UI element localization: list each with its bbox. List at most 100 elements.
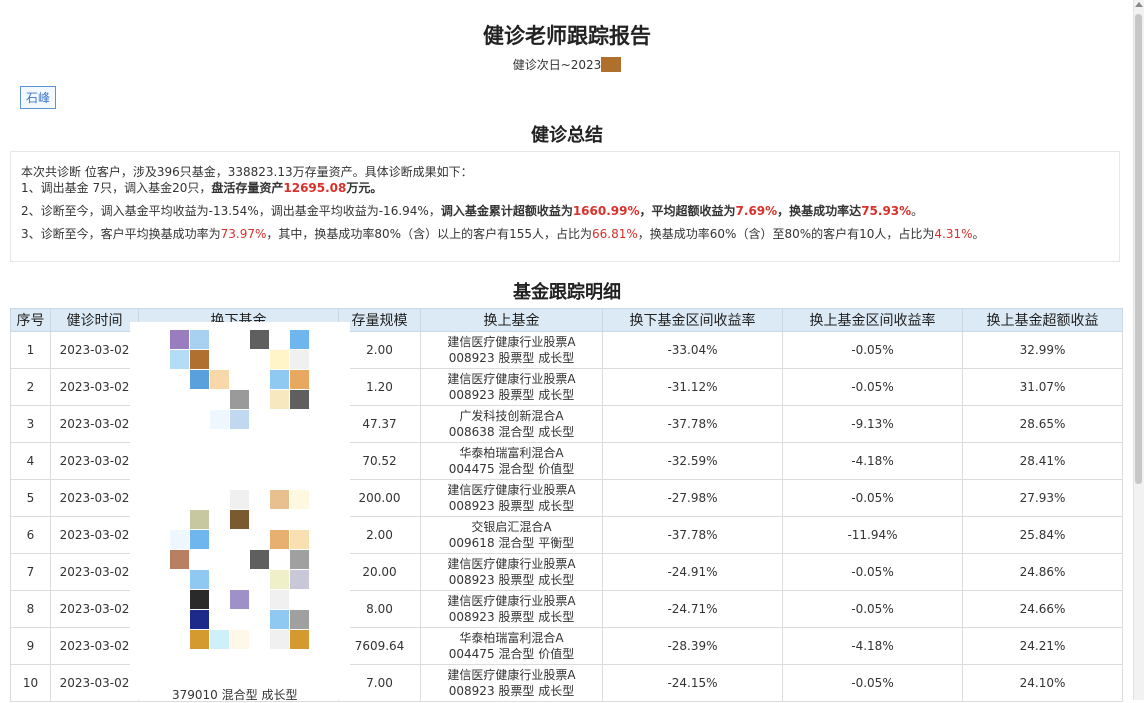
cell-excess: 24.66% (962, 590, 1123, 628)
col-header-no[interactable]: 序号 (10, 308, 51, 332)
fund-in-name: 建信医疗健康行业股票A (447, 483, 576, 497)
mosaic-tile (290, 550, 309, 569)
cell-no: 9 (10, 627, 51, 665)
fund-in-code-type: 008923 股票型 成长型 (448, 684, 575, 698)
cell-in-return: -0.05% (782, 479, 963, 517)
mosaic-tile (290, 630, 309, 649)
cell-date: 2023-03-02 (50, 405, 139, 443)
cell-in-return: -4.18% (782, 627, 963, 665)
cell-out-return: -32.59% (602, 442, 783, 480)
cell-scale: 1.20 (338, 368, 421, 406)
summary-item-3-value2: 66.81% (592, 227, 638, 241)
cell-out-return: -37.78% (602, 405, 783, 443)
cell-scale: 8.00 (338, 590, 421, 628)
cell-no: 10 (10, 664, 51, 702)
summary-item-1-label: 盘活存量资产 (211, 181, 284, 195)
col-header-in-return[interactable]: 换上基金区间收益率 (782, 308, 963, 332)
mosaic-tile (190, 370, 209, 389)
vertical-scrollbar[interactable] (1133, 0, 1144, 700)
mosaic-tile (230, 490, 249, 509)
mosaic-tile (270, 530, 289, 549)
mosaic-tile (230, 410, 249, 429)
detail-section-title: 基金跟踪明细 (513, 282, 621, 303)
summary-item-3-text3: ，换基成功率60%（含）至80%的客户有10人，占比为 (637, 227, 935, 241)
cell-date: 2023-03-02 (50, 664, 139, 702)
mosaic-tile (290, 370, 309, 389)
mosaic-tile (190, 510, 209, 529)
summary-item-1: 1、调出基金 7只，调入基金20只，盘活存量资产12695.08万元。 (21, 180, 1109, 196)
page-title: 健诊老师跟踪报告 (483, 24, 651, 48)
cell-no: 6 (10, 516, 51, 554)
summary-item-3-value: 73.97% (220, 227, 267, 241)
mosaic-tile (290, 350, 309, 369)
col-header-excess[interactable]: 换上基金超额收益 (962, 308, 1123, 332)
summary-item-2-value3: 75.93% (861, 204, 912, 218)
cell-scale: 20.00 (338, 553, 421, 591)
cell-date: 2023-03-02 (50, 331, 139, 369)
summary-item-2-value: 1660.99% (572, 204, 640, 218)
cell-excess: 24.86% (962, 553, 1123, 591)
cell-scale: 200.00 (338, 479, 421, 517)
summary-item-2-value2: 7.69% (735, 204, 778, 218)
mosaic-tile (230, 590, 249, 609)
cell-excess: 24.10% (962, 664, 1123, 702)
scrollbar-thumb[interactable] (1135, 14, 1142, 484)
mosaic-tile (270, 570, 289, 589)
cell-no: 4 (10, 442, 51, 480)
cell-in-return: -0.05% (782, 664, 963, 702)
mosaic-tile (210, 370, 229, 389)
mosaic-tile (270, 610, 289, 629)
cell-date: 2023-03-02 (50, 590, 139, 628)
cell-fund-in: 建信医疗健康行业股票A 008923 股票型 成长型 (420, 331, 603, 369)
mosaic-tile (170, 530, 189, 549)
summary-item-3: 3、诊断至今，客户平均换基成功率为73.97%，其中，换基成功率80%（含）以上… (21, 226, 1109, 242)
cell-excess: 28.41% (962, 442, 1123, 480)
cell-fund-in: 华泰柏瑞富利混合A 004475 混合型 价值型 (420, 627, 603, 665)
cell-fund-in: 交银启汇混合A 009618 混合型 平衡型 (420, 516, 603, 554)
fund-in-name: 广发科技创新混合A (459, 409, 564, 423)
cell-scale: 7.00 (338, 664, 421, 702)
summary-item-1-value: 12695.08 (283, 181, 347, 195)
fund-in-name: 建信医疗健康行业股票A (447, 372, 576, 386)
report-date-range: 健诊次日~2023 (0, 56, 1134, 73)
mosaic-tile (230, 510, 249, 529)
mosaic-tile (190, 570, 209, 589)
fund-in-code-type: 008923 股票型 成长型 (448, 573, 575, 587)
fund-in-code-type: 008923 股票型 成长型 (448, 499, 575, 513)
cell-out-return: -37.78% (602, 516, 783, 554)
col-header-date[interactable]: 健诊时间 (50, 308, 139, 332)
cell-scale: 70.52 (338, 442, 421, 480)
fund-in-name: 建信医疗健康行业股票A (447, 668, 576, 682)
cell-fund-in: 建信医疗健康行业股票A 008923 股票型 成长型 (420, 590, 603, 628)
fund-in-code-type: 004475 混合型 价值型 (448, 647, 575, 661)
mosaic-tile (190, 590, 209, 609)
mosaic-tile (290, 570, 309, 589)
cell-date: 2023-03-02 (50, 442, 139, 480)
cell-in-return: -0.05% (782, 590, 963, 628)
teacher-name-tag[interactable]: 石峰 (20, 86, 57, 109)
summary-item-2-text: 2、诊断至今，调入基金平均收益为-13.54%，调出基金平均收益为-16.94%… (21, 204, 441, 218)
cell-no: 7 (10, 553, 51, 591)
cell-in-return: -0.05% (782, 553, 963, 591)
col-header-scale[interactable]: 存量规模 (338, 308, 421, 332)
scroll-up-icon[interactable] (1135, 2, 1143, 7)
cell-excess: 31.07% (962, 368, 1123, 406)
cell-in-return: -4.18% (782, 442, 963, 480)
mosaic-tile (170, 550, 189, 569)
mosaic-tile (270, 350, 289, 369)
summary-item-3-text2: ，其中，换基成功率80%（含）以上的客户有155人，占比为 (266, 227, 592, 241)
mosaic-tile (230, 390, 249, 409)
fund-in-code-type: 008638 混合型 成长型 (448, 425, 575, 439)
cell-out-return: -31.12% (602, 368, 783, 406)
col-header-out-return[interactable]: 换下基金区间收益率 (602, 308, 783, 332)
cell-out-return: -24.91% (602, 553, 783, 591)
mosaic-tile (210, 630, 229, 649)
col-header-fund-in[interactable]: 换上基金 (420, 308, 603, 332)
mosaic-tile (190, 530, 209, 549)
mosaic-tile (290, 330, 309, 349)
cell-scale: 7609.64 (338, 627, 421, 665)
cell-out-return: -24.71% (602, 590, 783, 628)
mosaic-tile (290, 490, 309, 509)
mosaic-tile (290, 610, 309, 629)
cell-fund-in: 建信医疗健康行业股票A 008923 股票型 成长型 (420, 664, 603, 702)
